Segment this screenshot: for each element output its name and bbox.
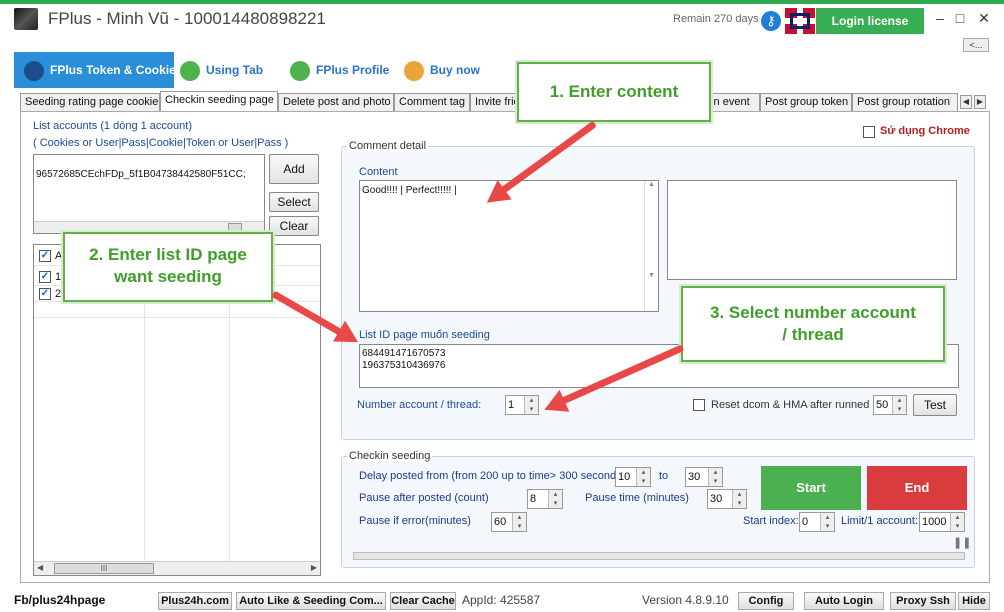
subtab-post-group-rotation[interactable]: Post group rotation	[852, 93, 958, 112]
reset-dcom-checkbox[interactable]	[693, 399, 705, 411]
number-account-label: Number account / thread:	[357, 399, 482, 411]
auto-login-button[interactable]: Auto Login	[804, 592, 884, 610]
link-icon	[180, 60, 200, 81]
accounts-hscroll-thumb[interactable]	[228, 223, 242, 232]
start-index-label: Start index:	[743, 515, 799, 527]
maximize-icon[interactable]: □	[950, 10, 970, 26]
remain-days: Remain 270 days	[673, 13, 759, 25]
to-label: to	[659, 470, 669, 482]
pause-time-stepper[interactable]: 30	[707, 489, 747, 509]
subtab-scroll-left-icon[interactable]: ◀	[960, 95, 972, 109]
auto-like-button[interactable]: Auto Like & Seeding Com...	[236, 592, 386, 610]
subtab-comment-tag[interactable]: Comment tag	[394, 93, 470, 112]
grid-hscrollbar[interactable]: ◀ III ▶	[34, 561, 320, 575]
start-index-stepper[interactable]: 0	[799, 512, 835, 532]
fplus-token-icon	[24, 60, 44, 81]
callout-enter-list-id: 2. Enter list ID page want seeding	[63, 232, 273, 302]
tab-fplus-token-cookie[interactable]: FPlus Token & Cookie	[14, 52, 176, 88]
test-button[interactable]: Test	[913, 394, 957, 416]
login-license-button[interactable]: Login license	[816, 8, 924, 34]
config-button[interactable]: Config	[738, 592, 794, 610]
delay-from-stepper[interactable]: 10	[615, 467, 651, 487]
list-accounts-hint: ( Cookies or User|Pass|Cookie|Token or U…	[33, 137, 289, 149]
delay-label: Delay posted from (from 200 up to time> …	[359, 470, 626, 482]
pause-icon[interactable]: ❚❚	[953, 536, 971, 550]
list-id-1: 684491471670573	[362, 348, 446, 359]
tab-fplus-profile[interactable]: FPlus Profile	[290, 52, 402, 88]
subtab-post-group-token[interactable]: Post group token	[760, 93, 852, 112]
minimize-icon[interactable]: –	[930, 10, 950, 26]
pause-after-label: Pause after posted (count)	[359, 492, 489, 504]
row-1-checkbox[interactable]: ✓	[39, 271, 51, 283]
row-2-checkbox[interactable]: ✓	[39, 288, 51, 300]
app-logo-icon	[14, 8, 38, 30]
subtab-scroll-right-icon[interactable]: ▶	[974, 95, 986, 109]
plus24h-button[interactable]: Plus24h.com	[158, 592, 232, 610]
use-chrome-checkbox[interactable]	[863, 126, 875, 138]
users-icon	[290, 60, 310, 81]
fanpage-label: Fb/plus24hpage	[14, 593, 106, 607]
number-account-stepper[interactable]: 1	[505, 395, 539, 415]
add-button[interactable]: Add	[269, 154, 319, 184]
grid-row-1: 1	[55, 271, 62, 283]
uk-flag-icon[interactable]	[785, 8, 815, 34]
callout-enter-content: 1. Enter content	[517, 62, 711, 122]
list-id-2: 196375310436976	[362, 360, 446, 371]
progress-bar	[353, 552, 965, 560]
list-accounts-label: List accounts (1 dòng 1 account)	[33, 120, 192, 132]
use-chrome-label: Sử dụng Chrome	[880, 125, 970, 137]
grid-row-2: 2	[55, 288, 62, 300]
pause-time-label: Pause time (minutes)	[585, 492, 689, 504]
list-id-label: List ID page muốn seeding	[359, 329, 490, 341]
accounts-input-value: 96572685CEchFDp_5f1B04738442580F51CC;	[36, 169, 246, 180]
comment-detail-title: Comment detail	[347, 140, 429, 152]
subtab-seeding-rating[interactable]: Seeding rating page cookie	[20, 93, 160, 112]
select-all-checkbox[interactable]: ✓	[39, 250, 51, 262]
window-title: FPlus - Minh Vũ - 100014480898221	[48, 9, 326, 28]
content-label: Content	[359, 166, 398, 178]
subtab-delete-post[interactable]: Delete post and photo	[278, 93, 394, 112]
start-button[interactable]: Start	[761, 466, 861, 510]
key-icon[interactable]: ⚷	[761, 11, 781, 31]
content-value: Good!!!! | Perfect!!!!! |	[362, 185, 457, 196]
end-button[interactable]: End	[867, 466, 967, 510]
clear-cache-button[interactable]: Clear Cache	[390, 592, 456, 610]
checkin-seeding-title: Checkin seeding	[347, 450, 433, 462]
content-vscrollbar[interactable]: ▲ ▼	[644, 181, 658, 311]
appid-label: AppId: 425587	[462, 593, 541, 607]
pause-after-stepper[interactable]: 8	[527, 489, 563, 509]
hide-button[interactable]: Hide	[958, 592, 990, 610]
version-label: Version 4.8.9.10	[642, 593, 729, 607]
reset-dcom-label: Reset dcom & HMA after runned	[711, 399, 870, 411]
tab-using-tab[interactable]: Using Tab	[180, 52, 280, 88]
status-bar: Fb/plus24hpage Plus24h.com Auto Like & S…	[0, 588, 1004, 612]
pause-error-stepper[interactable]: 60	[491, 512, 527, 532]
content-preview-box[interactable]	[667, 180, 957, 280]
select-button[interactable]: Select	[269, 192, 319, 212]
callout-select-number-account: 3. Select number account / thread	[681, 286, 945, 362]
accounts-input[interactable]: 96572685CEchFDp_5f1B04738442580F51CC;	[33, 154, 265, 234]
proxy-ssh-button[interactable]: Proxy Ssh	[890, 592, 956, 610]
title-bar: FPlus - Minh Vũ - 100014480898221 Remain…	[0, 4, 1004, 34]
subtab-invite-friend[interactable]: Invite frie	[470, 93, 520, 112]
pause-error-label: Pause if error(minutes)	[359, 515, 471, 527]
delay-to-stepper[interactable]: 30	[685, 467, 723, 487]
close-icon[interactable]: ✕	[974, 10, 994, 27]
tab-buy-now[interactable]: Buy now	[404, 52, 494, 88]
reset-count-stepper[interactable]: 50	[873, 395, 907, 415]
limit-label: Limit/1 account:	[841, 515, 919, 527]
collapse-button[interactable]: <...	[963, 38, 989, 52]
subtab-checkin-seeding[interactable]: Checkin seeding page	[160, 91, 278, 111]
grid-header-label: A	[55, 250, 63, 262]
grid-hscroll-thumb[interactable]: III	[54, 563, 154, 574]
checkin-seeding-panel: List accounts (1 dòng 1 account) ( Cooki…	[20, 62, 990, 583]
sub-tab-bar: Seeding rating page cookie Checkin seedi…	[20, 91, 990, 112]
clear-button[interactable]: Clear	[269, 216, 319, 236]
refresh-icon	[404, 60, 424, 81]
limit-stepper[interactable]: 1000	[919, 512, 965, 532]
